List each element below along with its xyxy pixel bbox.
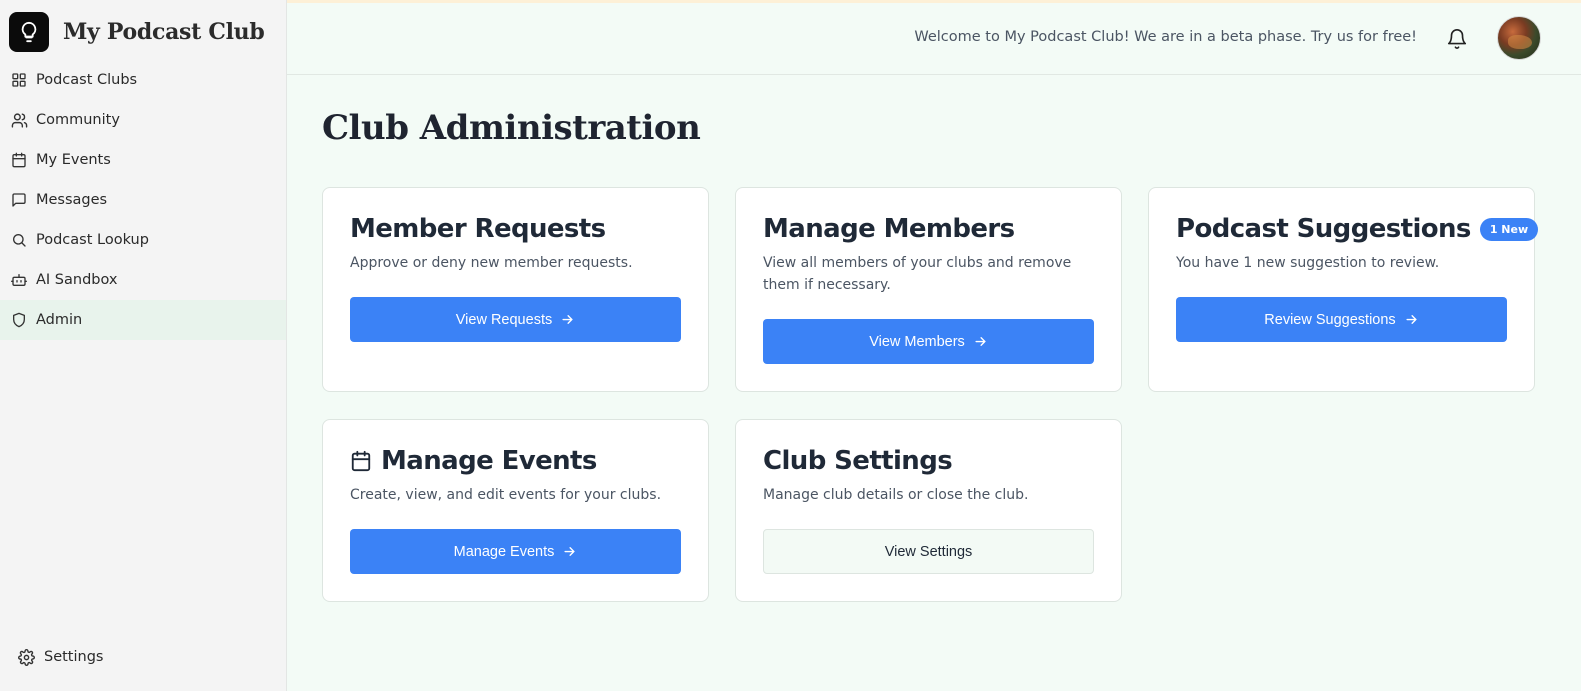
sidebar-item-podcast-clubs[interactable]: Podcast Clubs [0, 60, 286, 100]
calendar-icon [10, 151, 28, 169]
calendar-icon [350, 450, 372, 472]
arrow-right-icon [1404, 312, 1419, 327]
card-title-text: Podcast Suggestions [1176, 214, 1471, 244]
view-requests-button[interactable]: View Requests [350, 297, 681, 342]
sidebar-item-label: Community [36, 112, 120, 128]
view-settings-button[interactable]: View Settings [763, 529, 1094, 574]
sidebar-item-podcast-lookup[interactable]: Podcast Lookup [0, 220, 286, 260]
manage-members-card: Manage Members View all members of your … [735, 187, 1122, 392]
card-description: You have 1 new suggestion to review. [1176, 255, 1440, 271]
sidebar-item-ai-sandbox[interactable]: AI Sandbox [0, 260, 286, 300]
button-label: View Requests [455, 311, 553, 328]
podcast-suggestions-card: Podcast Suggestions 1 New You have 1 new… [1148, 187, 1539, 392]
card-description: Create, view, and edit events for your c… [350, 487, 662, 503]
sidebar-item-admin[interactable]: Admin [0, 300, 286, 340]
arrow-right-icon [560, 312, 575, 327]
button-label: View Settings [884, 543, 973, 560]
sidebar-item-messages[interactable]: Messages [0, 180, 286, 220]
manage-events-card: Manage Events Create, view, and edit eve… [322, 419, 709, 602]
card-title: Club Settings [763, 446, 953, 476]
card-title: Member Requests [350, 214, 606, 244]
sidebar: My Podcast Club Podcast Clubs Community … [0, 0, 287, 691]
arrow-right-icon [562, 544, 577, 559]
top-header: Welcome to My Podcast Club! We are in a … [287, 3, 1581, 75]
sidebar-item-label: Admin [36, 312, 83, 328]
bot-icon [10, 271, 28, 289]
app-name: My Podcast Club [63, 19, 265, 45]
bell-icon[interactable] [1446, 27, 1468, 51]
button-label: Manage Events [453, 543, 555, 560]
message-icon [10, 191, 28, 209]
users-icon [10, 111, 28, 129]
sidebar-item-label: Podcast Clubs [36, 72, 138, 88]
sidebar-nav: Podcast Clubs Community My Events Messag… [0, 60, 286, 340]
arrow-right-icon [973, 334, 988, 349]
card-description: View all members of your clubs and remov… [763, 255, 1072, 293]
sidebar-item-label: Podcast Lookup [36, 232, 149, 248]
search-icon [10, 231, 28, 249]
card-title: Podcast Suggestions 1 New [1176, 214, 1539, 244]
club-settings-card: Club Settings Manage club details or clo… [735, 419, 1122, 602]
manage-events-button[interactable]: Manage Events [350, 529, 681, 574]
card-title: Manage Events [350, 446, 597, 476]
avatar[interactable] [1497, 16, 1541, 60]
card-description: Approve or deny new member requests. [350, 255, 633, 271]
card-title: Manage Members [763, 214, 1015, 244]
welcome-banner: Welcome to My Podcast Club! We are in a … [914, 29, 1417, 45]
page-title: Club Administration [322, 108, 701, 148]
brand[interactable]: My Podcast Club [9, 12, 265, 52]
view-members-button[interactable]: View Members [763, 319, 1094, 364]
sidebar-item-label: My Events [36, 152, 111, 168]
gear-icon [18, 648, 36, 666]
shield-icon [10, 311, 28, 329]
lightbulb-logo-icon [9, 12, 49, 52]
new-badge: 1 New [1479, 217, 1539, 241]
button-label: Review Suggestions [1264, 311, 1396, 328]
review-suggestions-button[interactable]: Review Suggestions [1176, 297, 1507, 342]
member-requests-card: Member Requests Approve or deny new memb… [322, 187, 709, 392]
sidebar-item-community[interactable]: Community [0, 100, 286, 140]
sidebar-item-settings[interactable]: Settings [18, 648, 103, 666]
settings-label: Settings [44, 649, 104, 665]
sidebar-item-my-events[interactable]: My Events [0, 140, 286, 180]
sidebar-item-label: Messages [36, 192, 108, 208]
card-description: Manage club details or close the club. [763, 487, 1029, 503]
sidebar-item-label: AI Sandbox [36, 272, 118, 288]
grid-icon [10, 71, 28, 89]
card-title-text: Manage Events [381, 446, 597, 476]
button-label: View Members [869, 333, 965, 350]
